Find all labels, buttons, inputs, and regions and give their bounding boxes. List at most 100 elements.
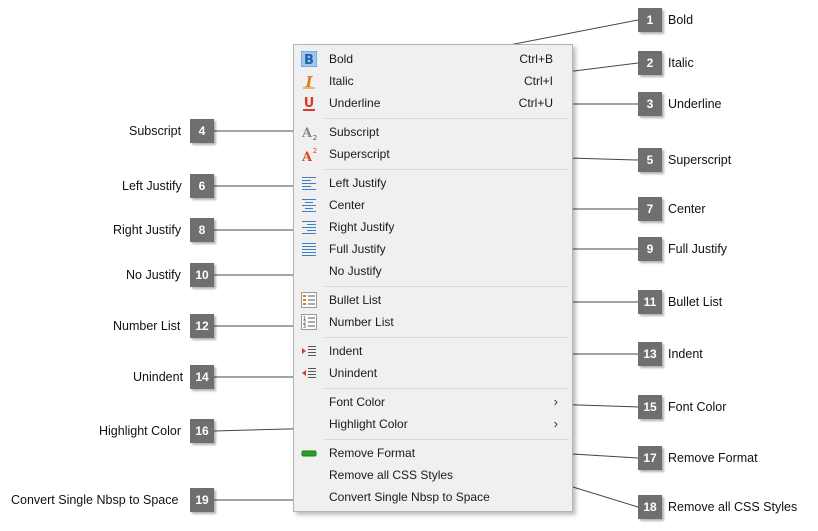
callout-label: Center [668,202,706,216]
callout-label: Italic [668,56,694,70]
menu-label: Bullet List [329,293,382,307]
menu-label: Highlight Color [329,417,408,431]
callout-badge: 17 [638,446,662,470]
callout-badge: 2 [638,51,662,75]
subscript-icon: A2 [301,124,317,142]
menu-shortcut: Ctrl+I [523,74,553,88]
menu-item-convert-nbsp[interactable]: Convert Single Nbsp to Space [296,487,570,508]
superscript-icon: A2 [301,146,317,165]
menu-item-bullet-list[interactable]: Bullet List [296,290,570,311]
number-list-icon: 123 [301,314,317,330]
svg-text:B: B [304,53,314,67]
menu-separator [324,118,569,119]
menu-label: Indent [329,344,363,358]
callout-badge: 15 [638,395,662,419]
menu-item-underline[interactable]: U Underline Ctrl+U [296,93,570,114]
callout-label: Full Justify [668,242,728,256]
callout-badge: 10 [190,263,214,287]
menu-separator [324,169,569,170]
menu-shortcut: Ctrl+B [519,52,553,66]
callout-label: Right Justify [113,223,182,237]
menu-label: Unindent [329,366,378,380]
align-right-icon [301,219,317,235]
callout-label: No Justify [126,268,181,282]
callout-badge: 14 [190,365,214,389]
svg-text:I: I [304,73,313,89]
callout-label: Underline [668,97,722,111]
callout-label: Subscript [129,124,182,138]
menu-item-subscript[interactable]: A2 Subscript [296,122,570,143]
unindent-icon [301,365,317,381]
menu-shortcut: Ctrl+U [518,96,553,110]
align-justify-icon [301,241,317,257]
align-left-icon [301,175,317,191]
bullet-list-icon [301,292,317,308]
menu-item-no-justify[interactable]: No Justify [296,261,570,282]
menu-separator [324,388,569,389]
menu-label: Full Justify [329,242,386,256]
callout-label: Indent [668,347,703,361]
menu-item-indent[interactable]: Indent [296,341,570,362]
underline-icon: U [301,95,317,111]
menu-separator [324,286,569,287]
callout-badge: 8 [190,218,214,242]
menu-item-superscript[interactable]: A2 Superscript [296,144,570,165]
menu-label: Convert Single Nbsp to Space [329,490,490,504]
callout-badge: 6 [190,174,214,198]
callout-label: Remove Format [668,451,758,465]
submenu-arrow-icon: › [553,416,558,431]
menu-label: Left Justify [329,176,387,190]
menu-label: Remove Format [329,446,416,460]
svg-text:A: A [301,150,313,162]
callout-label: Unindent [133,370,184,384]
menu-item-remove-css-styles[interactable]: Remove all CSS Styles [296,465,570,486]
callout-label: Highlight Color [99,424,181,438]
callout-label: Superscript [668,153,732,167]
menu-label: Bold [329,52,354,66]
callout-label: Left Justify [122,179,182,193]
callout-label: Bullet List [668,295,723,309]
callout-badge: 5 [638,148,662,172]
menu-label: Superscript [329,147,390,161]
callout-badge: 9 [638,237,662,261]
menu-item-highlight-color[interactable]: Highlight Color › [296,414,570,435]
callout-badge: 3 [638,92,662,116]
menu-item-center[interactable]: Center [296,195,570,216]
menu-label: Remove all CSS Styles [329,468,454,482]
menu-label: Italic [329,74,354,88]
align-center-icon [301,197,317,213]
menu-item-number-list[interactable]: 123 Number List [296,312,570,333]
callout-badge: 12 [190,314,214,338]
callout-badge: 11 [638,290,662,314]
menu-separator [324,337,569,338]
remove-format-icon [301,445,317,461]
submenu-arrow-icon: › [553,394,558,409]
menu-item-italic[interactable]: I Italic Ctrl+I [296,71,570,92]
menu-item-right-justify[interactable]: Right Justify [296,217,570,238]
menu-item-left-justify[interactable]: Left Justify [296,173,570,194]
menu-item-unindent[interactable]: Unindent [296,363,570,384]
italic-icon: I [301,73,317,91]
svg-text:2: 2 [313,147,317,155]
callout-label: Number List [113,319,181,333]
svg-text:U: U [304,96,315,111]
callout-badge: 4 [190,119,214,143]
menu-label: No Justify [329,264,382,278]
callout-label: Font Color [668,400,727,414]
menu-item-font-color[interactable]: Font Color › [296,392,570,413]
menu-item-full-justify[interactable]: Full Justify [296,239,570,260]
callout-label: Convert Single Nbsp to Space [11,493,179,507]
svg-text:A: A [301,126,313,140]
callout-badge: 7 [638,197,662,221]
callout-label: Bold [668,13,694,27]
bold-icon: B [300,50,318,68]
context-menu: B Bold Ctrl+B I Italic Ctrl+I U Underlin… [293,44,573,512]
menu-separator [324,439,569,440]
callout-badge: 13 [638,342,662,366]
menu-label: Subscript [329,125,380,139]
menu-label: Font Color [329,395,386,409]
menu-item-bold[interactable]: B Bold Ctrl+B [296,49,570,70]
svg-text:3: 3 [303,324,306,330]
menu-item-remove-format[interactable]: Remove Format [296,443,570,464]
callout-badge: 19 [190,488,214,512]
